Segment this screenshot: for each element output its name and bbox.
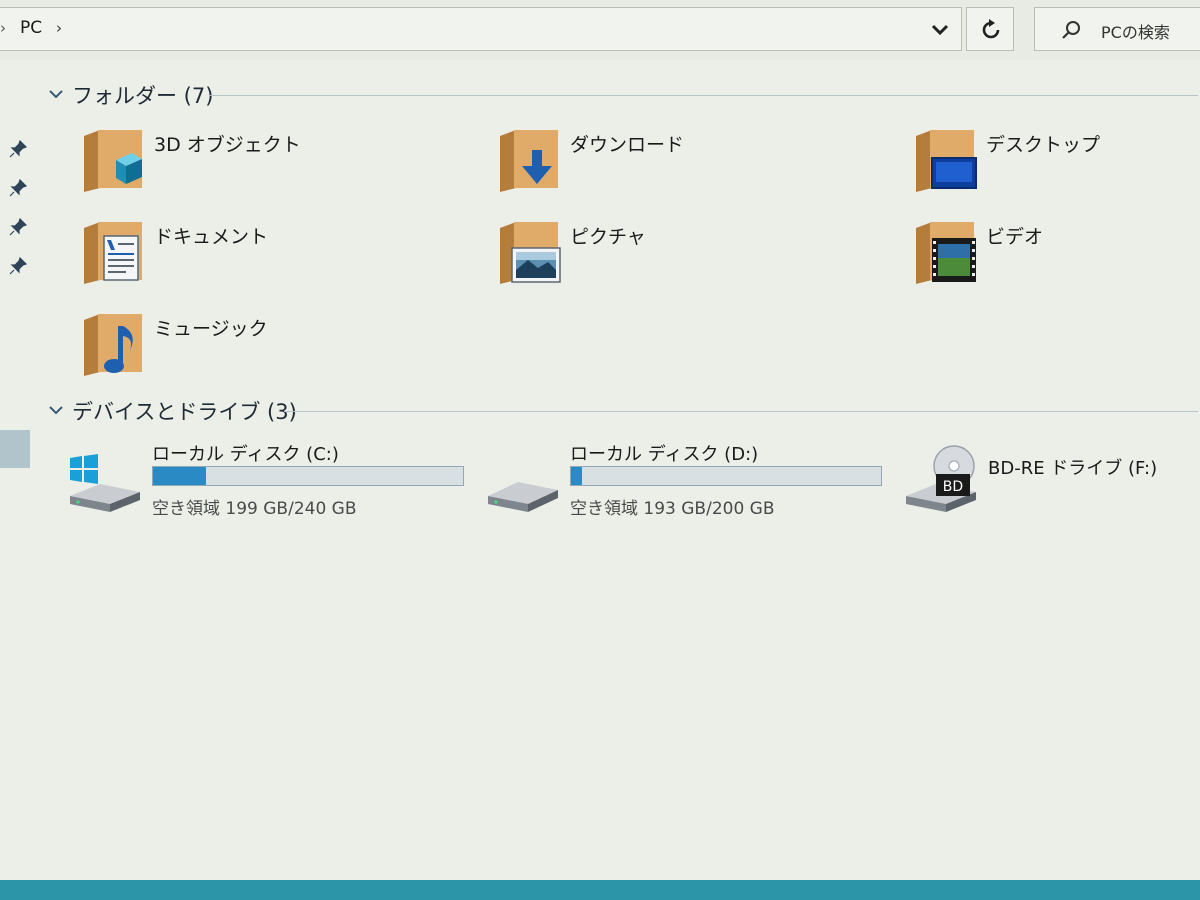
pin-icon[interactable] <box>9 257 27 275</box>
folders-section-header[interactable]: フォルダー (7) <box>48 80 1198 110</box>
folder-videos[interactable]: ビデオ <box>912 220 1200 300</box>
folder-label: ビデオ <box>986 226 1044 248</box>
folders-section-title: フォルダー (7) <box>72 84 214 108</box>
chevron-down-icon[interactable] <box>48 404 64 416</box>
desktop-folder-icon <box>916 130 977 192</box>
hard-drive-icon <box>488 482 558 512</box>
section-divider <box>284 411 1198 412</box>
documents-folder-icon <box>84 222 142 284</box>
bd-badge-text: BD <box>943 479 963 495</box>
drive-usage-fill <box>153 467 206 485</box>
folder-label: ダウンロード <box>570 134 685 156</box>
drive-name: ローカル ディスク (D:) <box>570 444 759 465</box>
videos-folder-icon <box>916 222 976 284</box>
3d-objects-folder-icon <box>84 130 142 192</box>
drive-c[interactable]: ローカル ディスク (C:) 空き領域 199 GB/240 GB <box>70 440 470 520</box>
search-box[interactable]: PCの検索 <box>1034 7 1200 51</box>
folder-3d-objects[interactable]: 3D オブジェクト <box>80 128 460 208</box>
address-bar[interactable]: › PC › <box>0 7 962 51</box>
refresh-button[interactable] <box>966 7 1014 51</box>
folder-label: ドキュメント <box>154 226 269 248</box>
music-folder-icon <box>84 314 142 376</box>
search-placeholder: PCの検索 <box>1101 23 1170 42</box>
folder-music[interactable]: ミュージック <box>80 312 460 392</box>
drive-name: ローカル ディスク (C:) <box>152 444 339 465</box>
drive-d[interactable]: ローカル ディスク (D:) 空き領域 193 GB/200 GB <box>488 440 888 520</box>
folder-label: 3D オブジェクト <box>154 134 301 156</box>
pin-icon[interactable] <box>9 140 27 158</box>
breadcrumb-chevron-icon[interactable]: › <box>56 19 62 37</box>
drive-usage-bar <box>152 466 464 486</box>
pictures-folder-icon <box>500 222 561 284</box>
drive-free-space: 空き領域 193 GB/200 GB <box>570 499 775 519</box>
downloads-folder-icon <box>500 130 558 192</box>
folder-label: ピクチャ <box>570 226 646 248</box>
chevron-down-icon[interactable] <box>927 17 953 41</box>
drive-f-bd-re[interactable]: BD BD-RE ドライブ (F:) <box>906 440 1186 520</box>
drive-usage-bar <box>570 466 882 486</box>
drive-free-space: 空き領域 199 GB/240 GB <box>152 499 357 519</box>
pin-icon[interactable] <box>9 218 27 236</box>
breadcrumb-pc[interactable]: PC <box>20 18 42 38</box>
search-icon <box>1062 21 1080 39</box>
drives-section-title: デバイスとドライブ (3) <box>72 400 297 424</box>
navigation-bar: › PC › PCの検索 <box>0 0 1200 60</box>
breadcrumb-root-arrow[interactable]: › <box>0 19 6 37</box>
navigation-pane <box>0 60 38 880</box>
folder-label: ミュージック <box>154 318 268 340</box>
windows-drive-icon <box>70 454 140 512</box>
folder-label: デスクトップ <box>986 134 1101 156</box>
folder-documents[interactable]: ドキュメント <box>80 220 460 300</box>
folder-downloads[interactable]: ダウンロード <box>496 128 876 208</box>
pin-icon[interactable] <box>9 179 27 197</box>
section-divider <box>210 95 1198 96</box>
drive-name: BD-RE ドライブ (F:) <box>988 458 1158 479</box>
taskbar <box>0 880 1200 900</box>
drive-usage-fill <box>571 467 582 485</box>
selected-nav-item-this-pc[interactable] <box>0 430 30 468</box>
refresh-icon <box>982 19 1000 39</box>
drives-section-header[interactable]: デバイスとドライブ (3) <box>48 396 1198 426</box>
bd-drive-icon: BD <box>906 445 976 512</box>
folder-desktop[interactable]: デスクトップ <box>912 128 1200 208</box>
chevron-down-icon[interactable] <box>48 88 64 100</box>
folder-pictures[interactable]: ピクチャ <box>496 220 876 300</box>
